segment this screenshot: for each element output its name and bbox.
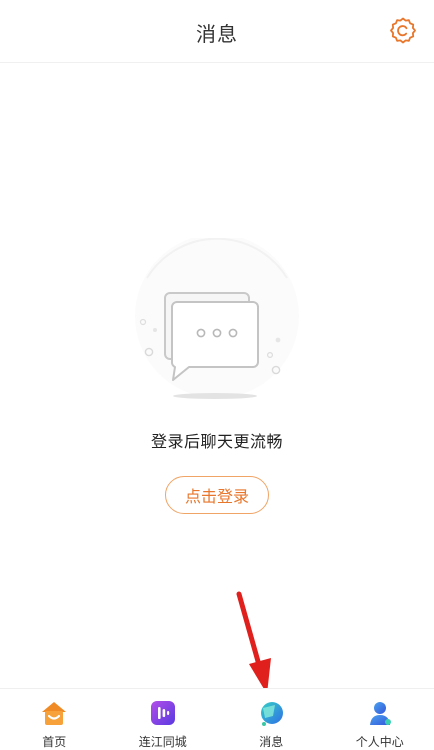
tab-label: 首页 [42,735,67,749]
city-icon [147,697,179,729]
gear-icon [390,17,416,44]
message-icon [255,697,287,729]
tab-label: 消息 [259,735,284,749]
tab-city[interactable]: 连江同城 [109,689,218,750]
tab-label: 连江同城 [138,735,187,749]
profile-icon [364,697,396,729]
bottom-tab-bar: 首页 连江同城 消息 个人中心 [0,688,434,750]
empty-state-message: 登录后聊天更流畅 [150,432,283,451]
header: 消息 [0,0,434,63]
login-button[interactable]: 点击登录 [165,476,269,514]
tab-home[interactable]: 首页 [0,689,109,750]
settings-button[interactable] [386,14,420,48]
page-title: 消息 [196,22,238,46]
home-icon [38,697,70,729]
empty-state-illustration [127,234,307,408]
tab-messages[interactable]: 消息 [217,689,326,750]
annotation-arrow [236,591,271,694]
tab-label: 个人中心 [355,735,404,749]
tab-profile[interactable]: 个人中心 [326,689,434,750]
messages-screen: 消息 登录后聊天更流畅 点击登录 首页 连江同城 消息 个人中心 [0,0,434,750]
chat-bubbles-icon [135,234,299,399]
